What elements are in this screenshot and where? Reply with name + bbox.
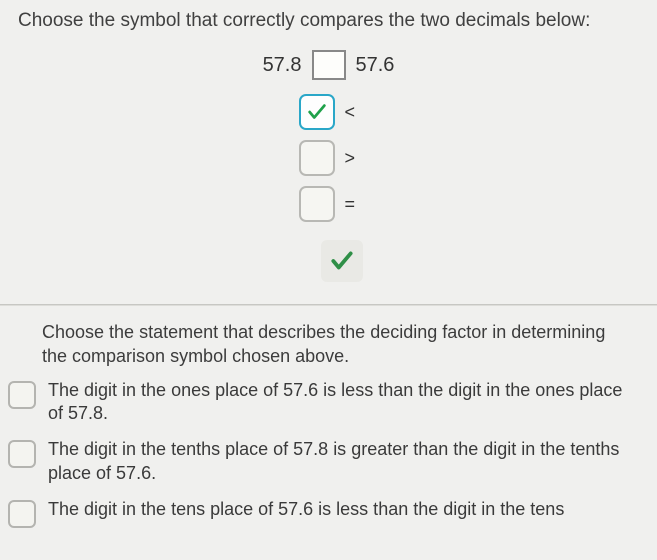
option-symbol-eq: = xyxy=(345,194,356,215)
choice-tenths-place[interactable]: The digit in the tenths place of 57.8 is… xyxy=(8,438,629,486)
option-symbol-lt: < xyxy=(345,102,356,123)
submit-button[interactable] xyxy=(321,240,363,282)
left-decimal: 57.8 xyxy=(263,54,302,77)
choice-text-1: The digit in the ones place of 57.6 is l… xyxy=(48,379,629,427)
symbol-options: < > = xyxy=(18,94,639,282)
option-checkbox-gt[interactable] xyxy=(299,140,335,176)
question2-prompt: Choose the statement that describes the … xyxy=(42,320,629,369)
option-equal[interactable]: = xyxy=(299,186,389,222)
choice-checkbox-2[interactable] xyxy=(8,440,36,468)
check-icon xyxy=(306,101,328,123)
option-greater-than[interactable]: > xyxy=(299,140,389,176)
option-checkbox-eq[interactable] xyxy=(299,186,335,222)
section-divider xyxy=(0,304,657,306)
choice-checkbox-3[interactable] xyxy=(8,500,36,528)
comparison-row: 57.8 57.6 xyxy=(18,50,639,80)
option-checkbox-lt[interactable] xyxy=(299,94,335,130)
choice-tens-place[interactable]: The digit in the tens place of 57.6 is l… xyxy=(8,498,629,528)
choice-ones-place[interactable]: The digit in the ones place of 57.6 is l… xyxy=(8,379,629,427)
check-icon xyxy=(329,248,355,274)
choice-text-2: The digit in the tenths place of 57.8 is… xyxy=(48,438,629,486)
option-less-than[interactable]: < xyxy=(299,94,389,130)
comparison-box xyxy=(312,50,346,80)
choice-checkbox-1[interactable] xyxy=(8,381,36,409)
right-decimal: 57.6 xyxy=(356,54,395,77)
question1-prompt: Choose the symbol that correctly compare… xyxy=(18,10,639,32)
choice-text-3: The digit in the tens place of 57.6 is l… xyxy=(48,498,564,522)
option-symbol-gt: > xyxy=(345,148,356,169)
